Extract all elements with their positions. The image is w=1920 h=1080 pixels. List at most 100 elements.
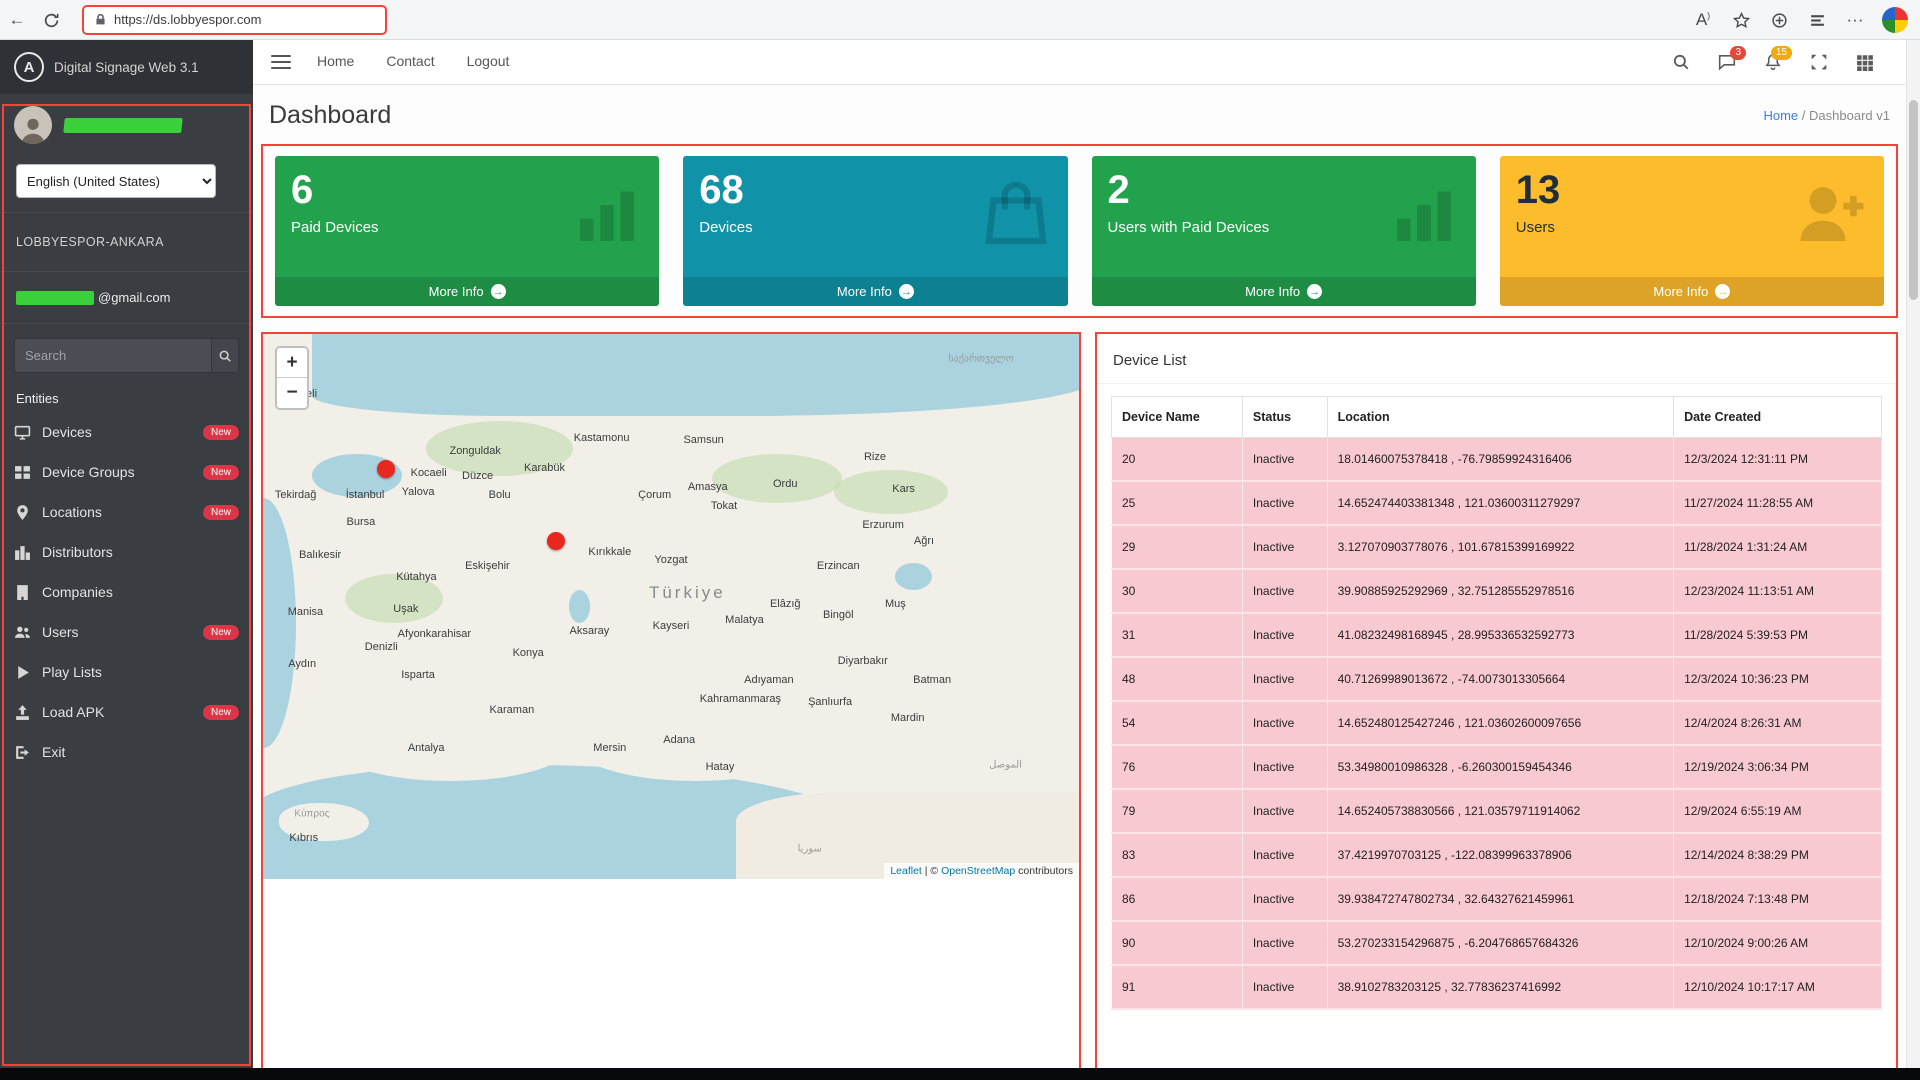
map-label: Kütahya <box>396 571 436 583</box>
map-label: Karaman <box>490 704 535 716</box>
playlists-icon <box>14 664 31 681</box>
map-label: Manisa <box>288 606 323 618</box>
map-label: Mersin <box>593 742 626 754</box>
column-header-status: Status <box>1242 397 1327 438</box>
sidebar-item-device-groups[interactable]: Device Groups New <box>0 452 253 492</box>
info-box-users: 13 Users More Info → <box>1500 156 1884 306</box>
notifications-icon[interactable]: 15 <box>1764 53 1782 71</box>
map-label: Düzce <box>462 470 493 482</box>
table-row[interactable]: 86 Inactive 39.938472747802734 , 32.6432… <box>1112 877 1882 921</box>
osm-link[interactable]: OpenStreetMap <box>941 865 1015 877</box>
map-label: Çorum <box>638 489 671 501</box>
sidebar-item-locations[interactable]: Locations New <box>0 492 253 532</box>
sidebar-search-input[interactable] <box>14 338 211 373</box>
sidebar-item-load-apk[interactable]: Load APK New <box>0 692 253 732</box>
read-aloud-icon[interactable]: A) <box>1686 10 1720 30</box>
map-label: Konya <box>513 647 544 659</box>
sidebar-item-devices[interactable]: Devices New <box>0 412 253 452</box>
map-label: Türkiye <box>649 583 726 603</box>
aegean-sea <box>263 498 296 749</box>
map-label: Tekirdağ <box>275 489 317 501</box>
sidebar-toggle-icon[interactable] <box>271 55 291 69</box>
nav-link-home[interactable]: Home <box>317 53 354 69</box>
leaflet-map[interactable]: KırklareliİstanbulTekirdağKocaeliYalovaB… <box>263 334 1079 879</box>
notifications-badge: 15 <box>1771 46 1792 60</box>
table-row[interactable]: 29 Inactive 3.127070903778076 , 101.6781… <box>1112 525 1882 569</box>
table-row[interactable]: 83 Inactive 37.4219970703125 , -122.0839… <box>1112 833 1882 877</box>
control-sidebar-icon[interactable] <box>1856 53 1874 71</box>
table-row[interactable]: 20 Inactive 18.01460075378418 , -76.7985… <box>1112 438 1882 482</box>
browser-refresh-icon[interactable] <box>34 10 68 30</box>
table-row[interactable]: 91 Inactive 38.9102783203125 , 32.778362… <box>1112 965 1882 1009</box>
map-marker[interactable] <box>377 460 395 478</box>
address-bar[interactable]: https://ds.lobbyespor.com <box>82 5 387 35</box>
map-label: Diyarbakır <box>838 655 888 667</box>
browser-back-icon[interactable]: ← <box>0 10 34 30</box>
sidebar-item-distributors[interactable]: Distributors <box>0 532 253 572</box>
scrollbar-thumb[interactable] <box>1909 100 1918 300</box>
language-select[interactable]: English (United States) <box>16 164 216 198</box>
map-label: الموصل <box>989 759 1022 770</box>
collections-icon[interactable] <box>1762 10 1796 30</box>
more-info-link[interactable]: More Info → <box>1092 277 1476 306</box>
sidebar-search-button[interactable] <box>211 338 239 373</box>
sidebar-item-play-lists[interactable]: Play Lists <box>0 652 253 692</box>
sidebar-item-companies[interactable]: Companies <box>0 572 253 612</box>
map-label: Zonguldak <box>449 445 500 457</box>
load-apk-icon <box>14 704 31 721</box>
map-label: Kayseri <box>653 620 690 632</box>
map-label: İstanbul <box>346 489 385 501</box>
zoom-in-button[interactable]: + <box>277 348 307 378</box>
favorites-bar-icon[interactable] <box>1800 10 1834 30</box>
table-row[interactable]: 31 Inactive 41.08232498168945 , 28.99533… <box>1112 613 1882 657</box>
map-label: Bingöl <box>823 609 854 621</box>
map-label: Yozgat <box>654 554 687 566</box>
sidebar-item-users[interactable]: Users New <box>0 612 253 652</box>
browser-more-icon[interactable]: ··· <box>1838 10 1872 30</box>
table-row[interactable]: 76 Inactive 53.34980010986328 , -6.26030… <box>1112 745 1882 789</box>
device-table: Device NameStatusLocationDate Created 20… <box>1111 396 1882 1010</box>
sidebar-item-exit[interactable]: Exit <box>0 732 253 772</box>
leaflet-link[interactable]: Leaflet <box>890 865 922 877</box>
page-scrollbar[interactable] <box>1906 40 1920 1068</box>
favorites-star-icon[interactable] <box>1724 10 1758 30</box>
map-label: Şanlıurfa <box>808 696 852 708</box>
map-label: Malatya <box>725 614 764 626</box>
info-box-devices: 68 Devices More Info → <box>683 156 1067 306</box>
map-label: Afyonkarahisar <box>398 628 471 640</box>
app-brand: A Digital Signage Web 3.1 <box>0 40 253 94</box>
table-row[interactable]: 79 Inactive 14.652405738830566 , 121.035… <box>1112 789 1882 833</box>
page-title: Dashboard <box>269 101 391 130</box>
messages-icon[interactable]: 3 <box>1718 53 1736 71</box>
email-suffix: @gmail.com <box>98 290 170 305</box>
new-badge: New <box>203 705 239 720</box>
table-row[interactable]: 25 Inactive 14.652474403381348 , 121.036… <box>1112 481 1882 525</box>
map-label: Mardin <box>891 712 925 724</box>
browser-profile-avatar[interactable] <box>1882 7 1908 33</box>
table-row[interactable]: 48 Inactive 40.71269989013672 , -74.0073… <box>1112 657 1882 701</box>
table-row[interactable]: 90 Inactive 53.270233154296875 , -6.2047… <box>1112 921 1882 965</box>
navbar-search-icon[interactable] <box>1672 53 1690 71</box>
more-info-link[interactable]: More Info → <box>1500 277 1884 306</box>
more-info-link[interactable]: More Info → <box>275 277 659 306</box>
app-title: Digital Signage Web 3.1 <box>54 60 199 75</box>
organization-label: LOBBYESPOR-ANKARA <box>0 212 253 272</box>
map-label: Tokat <box>711 500 737 512</box>
zoom-out-button[interactable]: − <box>277 378 307 408</box>
table-row[interactable]: 30 Inactive 39.90885925292969 , 32.75128… <box>1112 569 1882 613</box>
table-row[interactable]: 54 Inactive 14.652480125427246 , 121.036… <box>1112 701 1882 745</box>
map-label: Karabük <box>524 462 565 474</box>
map-label: Batman <box>913 674 951 686</box>
top-navbar: Home Contact Logout 3 15 <box>253 40 1906 85</box>
breadcrumb-home-link[interactable]: Home <box>1763 108 1798 123</box>
more-info-link[interactable]: More Info → <box>683 277 1067 306</box>
map-label: Kıbrıs <box>289 832 318 844</box>
nav-link-logout[interactable]: Logout <box>467 53 510 69</box>
map-marker[interactable] <box>547 532 565 550</box>
column-header-location: Location <box>1327 397 1674 438</box>
fullscreen-icon[interactable] <box>1810 53 1828 71</box>
nav-link-contact[interactable]: Contact <box>386 53 434 69</box>
map-label: Isparta <box>401 669 435 681</box>
column-header-date-created: Date Created <box>1674 397 1882 438</box>
info-box-paid-devices: 6 Paid Devices More Info → <box>275 156 659 306</box>
